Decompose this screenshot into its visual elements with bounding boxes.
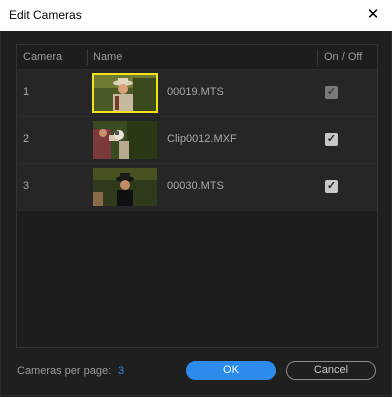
camera-number: 1: [23, 86, 30, 98]
cameras-per-page-label: Cameras per page:: [17, 365, 112, 377]
camera-enable-checkbox[interactable]: ✓: [325, 133, 338, 146]
camera-file-name: Clip0012.MXF: [167, 133, 237, 145]
camera-table: Camera Name On / Off 1 00019.MTS ✓ 2 Cli…: [16, 44, 378, 348]
camera-thumbnail[interactable]: [93, 121, 157, 159]
title-bar: Edit Cameras ✕: [0, 0, 392, 31]
camera-thumbnail[interactable]: [93, 168, 157, 206]
camera-number: 2: [23, 133, 30, 145]
cameras-per-page-value[interactable]: 3: [118, 365, 124, 377]
camera-thumbnail[interactable]: [92, 73, 158, 113]
cancel-button[interactable]: Cancel: [286, 361, 376, 380]
camera-enable-checkbox[interactable]: ✓: [325, 86, 338, 99]
camera-file-name: 00019.MTS: [167, 86, 224, 98]
table-row[interactable]: 2 Clip0012.MXF ✓: [17, 117, 377, 164]
window-title: Edit Cameras: [9, 8, 82, 22]
camera-enable-checkbox[interactable]: ✓: [325, 180, 338, 193]
column-header-on-off: On / Off: [324, 51, 363, 63]
table-header: Camera Name On / Off: [17, 45, 377, 70]
column-header-camera: Camera: [23, 51, 63, 63]
column-divider[interactable]: [317, 49, 318, 65]
table-row[interactable]: 1 00019.MTS ✓: [17, 70, 377, 117]
column-divider[interactable]: [87, 49, 88, 65]
ok-button[interactable]: OK: [186, 361, 276, 380]
table-row[interactable]: 3 00030.MTS ✓: [17, 164, 377, 211]
camera-file-name: 00030.MTS: [167, 180, 224, 192]
column-header-name: Name: [93, 51, 123, 63]
close-icon[interactable]: ✕: [360, 3, 386, 27]
camera-number: 3: [23, 180, 30, 192]
